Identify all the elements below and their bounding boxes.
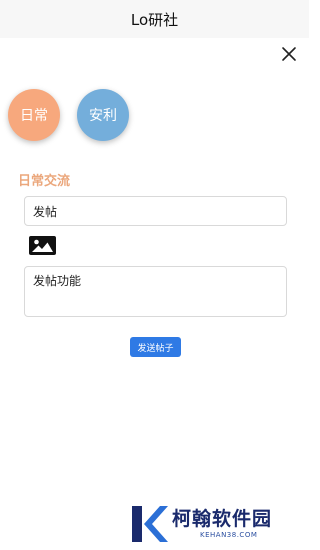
post-title-input[interactable] <box>24 196 287 226</box>
kehan-logo-icon <box>132 506 168 542</box>
category-recommend-button[interactable]: 安利 <box>77 89 129 141</box>
close-icon <box>282 47 296 61</box>
watermark-name: 柯翰软件园 <box>172 508 273 530</box>
category-daily-label: 日常 <box>20 108 48 124</box>
title-bar: Lo研社 <box>0 0 309 38</box>
post-content-textarea[interactable]: 发帖功能 <box>24 266 287 317</box>
category-recommend-label: 安利 <box>89 108 117 124</box>
image-icon <box>29 236 56 255</box>
send-post-button[interactable]: 发送帖子 <box>130 337 181 357</box>
app-title: Lo研社 <box>130 10 179 29</box>
watermark: 柯翰软件园 KEHAN38.COM <box>128 500 303 546</box>
post-page: Lo研社 日常 安利 日常交流 发帖功能 发送帖子 柯翰软件园 KEHAN38.… <box>0 0 309 550</box>
watermark-url: KEHAN38.COM <box>200 531 258 539</box>
section-title: 日常交流 <box>18 174 71 189</box>
category-daily-button[interactable]: 日常 <box>8 89 60 141</box>
close-button[interactable] <box>280 45 298 63</box>
add-image-button[interactable] <box>29 236 56 255</box>
